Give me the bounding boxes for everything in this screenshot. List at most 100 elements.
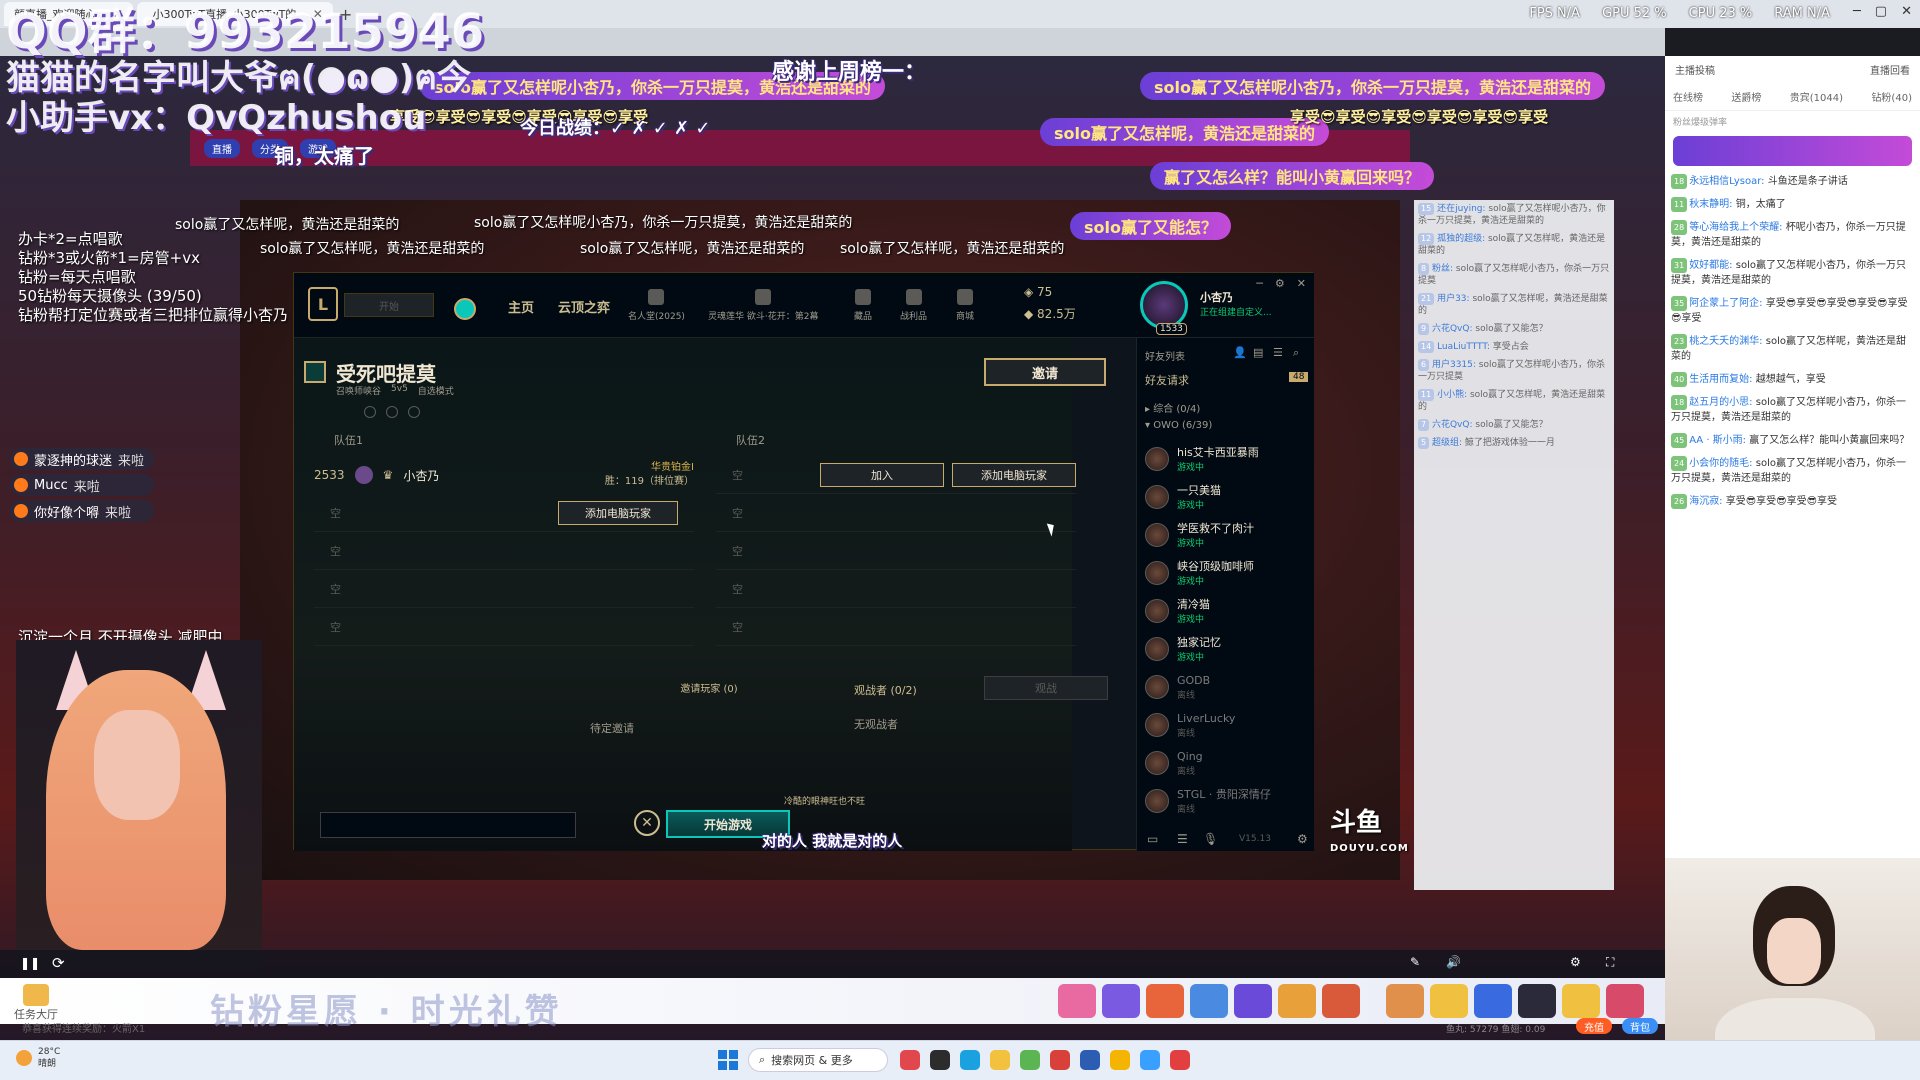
- friend-row[interactable]: 清冷猫 游戏中: [1145, 592, 1310, 630]
- chat-nick[interactable]: 赵五月的小思:: [1689, 397, 1752, 408]
- app-icon[interactable]: [1170, 1050, 1190, 1070]
- alert-icon[interactable]: [454, 298, 476, 320]
- chat-nick[interactable]: 桃之夭夭的渊华:: [1689, 336, 1762, 347]
- chat-nick[interactable]: 海沉寂:: [1689, 496, 1722, 507]
- gift-icon[interactable]: [1562, 984, 1600, 1018]
- friend-row[interactable]: LiverLucky 离线: [1145, 706, 1310, 744]
- chat-nick[interactable]: 孤独的超级:: [1437, 234, 1485, 244]
- chat-nick[interactable]: 阿企蒙上了阿企:: [1689, 298, 1762, 309]
- fullscreen-icon[interactable]: ⛶: [1606, 955, 1614, 970]
- settings-icon[interactable]: ⚙: [1570, 955, 1581, 969]
- chrome-icon[interactable]: [1110, 1050, 1130, 1070]
- chat-nick[interactable]: 还在juying:: [1437, 204, 1485, 214]
- edit-icon[interactable]: ✎: [1410, 955, 1420, 969]
- close-icon[interactable]: ✕: [1297, 277, 1306, 290]
- nav-collection[interactable]: 藏品: [854, 289, 872, 322]
- gift-icon[interactable]: [1518, 984, 1556, 1018]
- add-bot-button[interactable]: 添加电脑玩家: [952, 462, 1076, 487]
- chat-nick[interactable]: 用户3315:: [1432, 360, 1476, 370]
- league-logo-icon[interactable]: L: [308, 287, 338, 321]
- gift-icon[interactable]: [1430, 984, 1468, 1018]
- friend-row[interactable]: 独家记忆 游戏中: [1145, 630, 1310, 668]
- gift-icon[interactable]: [1474, 984, 1512, 1018]
- chat-nick[interactable]: 奴好都能:: [1689, 260, 1732, 271]
- task-hall-button[interactable]: 任务大厅: [14, 984, 58, 1022]
- tab-nobles[interactable]: 送爵榜: [1731, 89, 1761, 104]
- chat-icon[interactable]: ▭: [1147, 832, 1158, 846]
- edge-icon[interactable]: [960, 1050, 980, 1070]
- search-icon[interactable]: ⌕: [1293, 346, 1299, 360]
- gift-icon[interactable]: [1190, 984, 1228, 1018]
- settings-icon[interactable]: ⚙: [1297, 832, 1308, 846]
- tab-online[interactable]: 在线榜: [1673, 89, 1703, 104]
- invite-button[interactable]: 邀请: [984, 358, 1106, 386]
- profile-avatar[interactable]: [1140, 281, 1188, 329]
- chat-nick[interactable]: 粉丝:: [1432, 264, 1453, 274]
- voice-icon[interactable]: 🎙: [1203, 832, 1218, 846]
- friend-row[interactable]: 学医救不了肉汁 游戏中: [1145, 516, 1310, 554]
- friend-row[interactable]: STGL · 贵阳深情仔 离线: [1145, 782, 1310, 820]
- friend-row[interactable]: 一只美猫 游戏中: [1145, 478, 1310, 516]
- app-icon[interactable]: [1020, 1050, 1040, 1070]
- friend-row[interactable]: 峡谷顶级咖啡师 游戏中: [1145, 554, 1310, 592]
- nav-hall-of-fame[interactable]: 名人堂(2025): [628, 289, 685, 322]
- app-icon[interactable]: [1080, 1050, 1100, 1070]
- gift-icon[interactable]: [1234, 984, 1272, 1018]
- gift-icon[interactable]: [1102, 984, 1140, 1018]
- friend-row[interactable]: his艾卡西亚暴雨 游戏中: [1145, 440, 1310, 478]
- recharge-button[interactable]: 充值: [1576, 1018, 1612, 1034]
- role-icon[interactable]: [408, 406, 420, 418]
- spectate-button[interactable]: 观战: [984, 676, 1108, 700]
- nav-loot[interactable]: 战利品: [900, 289, 927, 322]
- volume-icon[interactable]: 🔊: [1446, 955, 1461, 969]
- windows-start-icon[interactable]: [718, 1050, 738, 1070]
- friend-row[interactable]: GODB 离线: [1145, 668, 1310, 706]
- friend-requests[interactable]: 好友请求: [1145, 372, 1189, 388]
- chat-nick[interactable]: 永远相信Lysoar:: [1689, 176, 1764, 187]
- close-icon[interactable]: ✕: [1901, 4, 1912, 19]
- gift-icon[interactable]: [1386, 984, 1424, 1018]
- promo-banner[interactable]: [1673, 136, 1912, 166]
- folder-icon[interactable]: ▤: [1253, 346, 1263, 359]
- group-general[interactable]: ▸ 综合 (0/4): [1145, 400, 1200, 415]
- chat-nick[interactable]: 六花QvQ:: [1432, 420, 1473, 430]
- refresh-icon[interactable]: ⟳: [52, 954, 65, 972]
- group-owo[interactable]: ▾ OWO (6/39): [1145, 420, 1212, 431]
- nav-tft[interactable]: 云顶之弈: [558, 297, 610, 316]
- chat-nick[interactable]: 用户33:: [1437, 294, 1470, 304]
- join-button[interactable]: 加入: [820, 462, 944, 487]
- currency[interactable]: ◈ 75 ◆ 82.5万: [1024, 285, 1124, 322]
- app-icon[interactable]: [1140, 1050, 1160, 1070]
- mission-icon[interactable]: ☰: [1177, 832, 1188, 846]
- backpack-button[interactable]: 背包: [1622, 1018, 1658, 1034]
- app-icon[interactable]: [1050, 1050, 1070, 1070]
- nav-pill[interactable]: 直播: [204, 138, 240, 158]
- app-icon[interactable]: [930, 1050, 950, 1070]
- nav-event[interactable]: 灵魂莲华 欲斗·花开：第2幕: [708, 289, 818, 322]
- chat-nick[interactable]: 等心海给我上个荣耀:: [1689, 222, 1782, 233]
- chat-nick[interactable]: LuaLiuTTTT:: [1437, 342, 1490, 352]
- taskbar-search[interactable]: ⌕ 搜索网页 & 更多: [748, 1048, 888, 1072]
- gift-icon[interactable]: [1146, 984, 1184, 1018]
- play-button[interactable]: 开始: [344, 293, 434, 317]
- nav-store[interactable]: 商城: [956, 289, 974, 322]
- weather-widget[interactable]: 28°C 晴朗: [16, 1046, 60, 1070]
- gift-icon[interactable]: [1058, 984, 1096, 1018]
- chat-nick[interactable]: 生活用而复始:: [1689, 374, 1752, 385]
- chat-nick[interactable]: 小会你的随毛:: [1689, 458, 1752, 469]
- friend-row[interactable]: Qing 离线: [1145, 744, 1310, 782]
- role-icon[interactable]: [386, 406, 398, 418]
- replay-link[interactable]: 直播回看: [1870, 62, 1910, 77]
- role-icon[interactable]: [364, 406, 376, 418]
- gift-icon[interactable]: [1278, 984, 1316, 1018]
- chat-nick[interactable]: 小小熊:: [1437, 390, 1467, 400]
- player-row[interactable]: 2533 ♛ 小杏乃 华贵铂金I 胜：119（排位赛）: [314, 456, 694, 494]
- pause-icon[interactable]: ❚❚: [20, 956, 40, 970]
- close-lobby-icon[interactable]: ✕: [634, 810, 660, 836]
- gift-icon[interactable]: [1322, 984, 1360, 1018]
- list-icon[interactable]: ☰: [1273, 346, 1283, 359]
- chat-nick[interactable]: 超级组:: [1432, 438, 1462, 448]
- streamer-contribute-link[interactable]: 主播投稿: [1675, 62, 1715, 77]
- gift-icon[interactable]: [1606, 984, 1644, 1018]
- chat-nick[interactable]: 秋末静明:: [1689, 199, 1732, 210]
